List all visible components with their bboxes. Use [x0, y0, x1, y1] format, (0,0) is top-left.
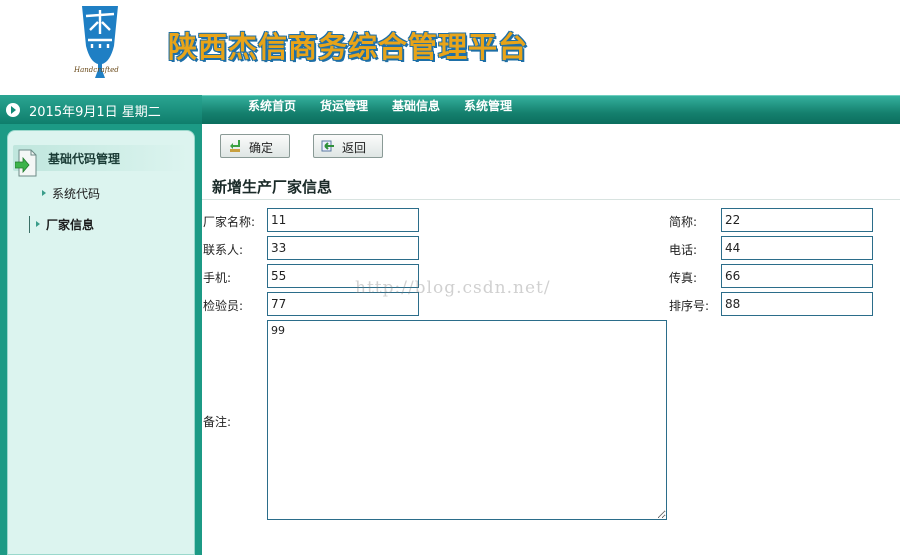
app-header: Handcrafted 陕西杰信商务综合管理平台 [0, 0, 900, 95]
remark-label: 备注: [203, 415, 232, 429]
remark-textarea[interactable]: 99 [267, 320, 667, 520]
document-arrow-icon [15, 149, 37, 177]
fax-input[interactable] [721, 264, 873, 288]
sidebar-item-label: 系统代码 [52, 187, 101, 201]
top-nav: 系统首页 货运管理 基础信息 系统管理 [202, 95, 900, 124]
logo-icon [82, 6, 118, 78]
inspector-label: 检验员: [203, 299, 244, 313]
title-divider [202, 199, 900, 200]
nav-basic-info[interactable]: 基础信息 [392, 97, 440, 114]
sidebar-section-label: 基础代码管理 [48, 152, 121, 166]
platform-title: 陕西杰信商务综合管理平台 [168, 30, 529, 64]
mobile-input[interactable] [267, 264, 419, 288]
triangle-right-icon [42, 190, 46, 196]
phone-label: 电话: [669, 243, 698, 257]
fax-label: 传真: [669, 271, 698, 285]
current-date: 2015年9月1日 星期二 [29, 105, 161, 120]
back-button[interactable]: 返回 [313, 134, 383, 158]
back-icon [321, 140, 334, 152]
short-name-input[interactable] [721, 208, 873, 232]
order-no-label: 排序号: [669, 299, 710, 313]
mobile-label: 手机: [203, 271, 232, 285]
sidebar-item-system-code[interactable]: 系统代码 [42, 185, 100, 202]
logo-subtitle: Handcrafted [74, 66, 119, 74]
short-name-label: 简称: [669, 215, 698, 229]
date-bar: 2015年9月1日 星期二 [0, 95, 202, 124]
inspector-input[interactable] [267, 292, 419, 316]
sidebar: 基础代码管理 系统代码 厂家信息 [7, 130, 195, 555]
confirm-label: 确定 [249, 141, 274, 155]
confirm-icon [230, 140, 240, 152]
phone-input[interactable] [721, 236, 873, 260]
arrow-circle-icon[interactable] [6, 103, 20, 117]
form-title: 新增生产厂家信息 [212, 178, 333, 196]
factory-name-label: 厂家名称: [203, 215, 256, 229]
nav-home[interactable]: 系统首页 [248, 97, 296, 114]
order-no-input[interactable] [721, 292, 873, 316]
contact-label: 联系人: [203, 243, 244, 257]
sidebar-item-label: 厂家信息 [46, 218, 95, 232]
back-label: 返回 [342, 141, 367, 155]
factory-name-input[interactable] [267, 208, 419, 232]
sidebar-item-factory-info[interactable]: 厂家信息 [29, 216, 94, 233]
confirm-button[interactable]: 确定 [220, 134, 290, 158]
nav-system-admin[interactable]: 系统管理 [464, 97, 512, 114]
contact-input[interactable] [267, 236, 419, 260]
nav-freight[interactable]: 货运管理 [320, 97, 368, 114]
triangle-right-icon [36, 221, 40, 227]
